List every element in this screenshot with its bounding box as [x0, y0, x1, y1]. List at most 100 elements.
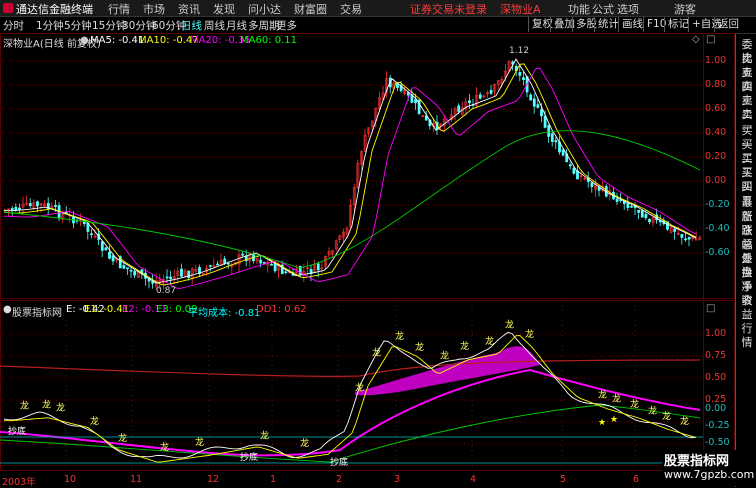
y-tick: 0.60: [705, 103, 727, 114]
candle-body: [543, 115, 547, 128]
candle-body: [270, 264, 273, 266]
dragon-marker: 龙: [90, 415, 99, 427]
dragon-marker: 龙: [630, 398, 639, 410]
candle-body: [18, 207, 21, 211]
y-tick: 1.00: [705, 328, 727, 339]
candle-body: [536, 104, 540, 108]
high-price-label: 1.12: [509, 46, 530, 56]
y-tick: -0.25: [705, 420, 730, 431]
candle-body: [262, 262, 266, 264]
y-tick: -0.20: [705, 199, 730, 210]
bottom-signal-label: 抄底: [240, 453, 259, 463]
panel-label[interactable]: 收益: [737, 294, 756, 322]
y-tick: 0.20: [705, 151, 727, 162]
candle-body: [550, 133, 554, 142]
dragon-marker: 龙: [56, 402, 65, 414]
dragon-marker: 龙: [505, 319, 514, 331]
dragon-marker: 龙: [612, 393, 621, 405]
e2-line: [0, 368, 701, 457]
chart-grid: [0, 33, 735, 471]
candle-body: [615, 198, 619, 202]
dragon-marker: 龙: [395, 330, 404, 342]
candle-body: [547, 125, 551, 137]
candle-body: [108, 251, 111, 259]
candle-body: [54, 205, 57, 207]
dragon-marker: 龙: [355, 381, 364, 393]
candle-body: [572, 167, 576, 174]
candle-body: [414, 99, 417, 104]
candle-body: [626, 202, 630, 208]
dd1-line: [0, 359, 701, 377]
sub-frame: [0, 300, 735, 471]
candle-body: [14, 207, 18, 211]
candle-body: [673, 228, 677, 232]
bottom-signal-label: 抄底: [330, 458, 349, 468]
candle-body: [630, 205, 633, 208]
candle-body: [104, 247, 108, 251]
x-tick: 11: [130, 474, 143, 485]
dragon-marker: 龙: [460, 340, 469, 352]
candle-body: [522, 77, 525, 80]
dragon-marker: 龙: [485, 335, 494, 347]
y-tick: 0.50: [705, 372, 727, 383]
dragon-marker: 龙: [525, 328, 534, 340]
watermark: 股票指标网 www.7gpzb.com: [662, 450, 754, 486]
star-icon: ★: [610, 415, 618, 425]
kline-chart[interactable]: 龙龙龙龙龙龙 龙龙龙龙龙龙龙龙龙 龙龙龙龙 龙龙龙龙龙★ ★: [0, 0, 735, 487]
low-price-label: 0.87: [156, 286, 177, 296]
x-tick: 6: [633, 474, 640, 485]
ma60-line: [3, 130, 701, 269]
candle-body: [28, 203, 32, 206]
x-tick: 2003年: [2, 477, 36, 488]
dragon-marker: 龙: [648, 405, 657, 417]
y-tick: 1.00: [705, 55, 727, 66]
dragon-marker: 龙: [20, 399, 29, 411]
candle-body: [216, 263, 219, 266]
panel-label[interactable]: 行情: [737, 322, 756, 350]
y-tick: 0.80: [705, 79, 727, 90]
y-tick: -0.50: [705, 437, 730, 448]
candle-body: [90, 233, 93, 236]
candle-body: [576, 170, 579, 180]
x-tick: 10: [64, 474, 77, 485]
x-tick: 3: [394, 474, 401, 485]
candle-body: [680, 234, 684, 238]
candle-body: [259, 259, 263, 264]
y-tick: 0.75: [705, 350, 727, 361]
candle-body: [568, 164, 572, 167]
candle-body: [223, 258, 227, 264]
candle-body: [165, 276, 169, 279]
candle-body: [529, 94, 533, 101]
watermark-url: www.7gpzb.com: [664, 468, 755, 481]
candle-body: [133, 271, 137, 276]
ma10-line: [3, 63, 697, 286]
bottom-signal-label: 抄底: [8, 427, 27, 437]
candle-body: [126, 267, 129, 270]
y-tick: 0.00: [705, 175, 727, 186]
dragon-marker: 龙: [662, 410, 671, 422]
candle-body: [457, 105, 461, 112]
y-tick: 0.40: [705, 127, 727, 138]
dragon-marker: 龙: [680, 415, 689, 427]
dragon-marker: 龙: [195, 436, 204, 448]
candle-body: [561, 149, 565, 156]
dragon-marker: 龙: [260, 430, 269, 442]
dragon-marker: 龙: [118, 432, 127, 444]
candle-body: [687, 237, 691, 240]
candle-body: [111, 255, 115, 262]
y-tick: 0.00: [705, 403, 727, 414]
candle-body: [590, 182, 594, 188]
candle-body: [540, 109, 543, 117]
candlesticks: [3, 60, 702, 290]
indicator-lines: [0, 58, 703, 464]
dragon-marker: 龙: [598, 388, 607, 400]
star-icon: ★: [598, 418, 606, 428]
candle-body: [226, 262, 230, 265]
candle-body: [518, 72, 522, 76]
dragon-marker: 龙: [415, 341, 424, 353]
e3-line: [0, 404, 701, 463]
candle-body: [82, 221, 86, 225]
candle-body: [478, 94, 482, 99]
x-tick: 12: [207, 474, 220, 485]
x-tick: 4: [470, 474, 477, 485]
